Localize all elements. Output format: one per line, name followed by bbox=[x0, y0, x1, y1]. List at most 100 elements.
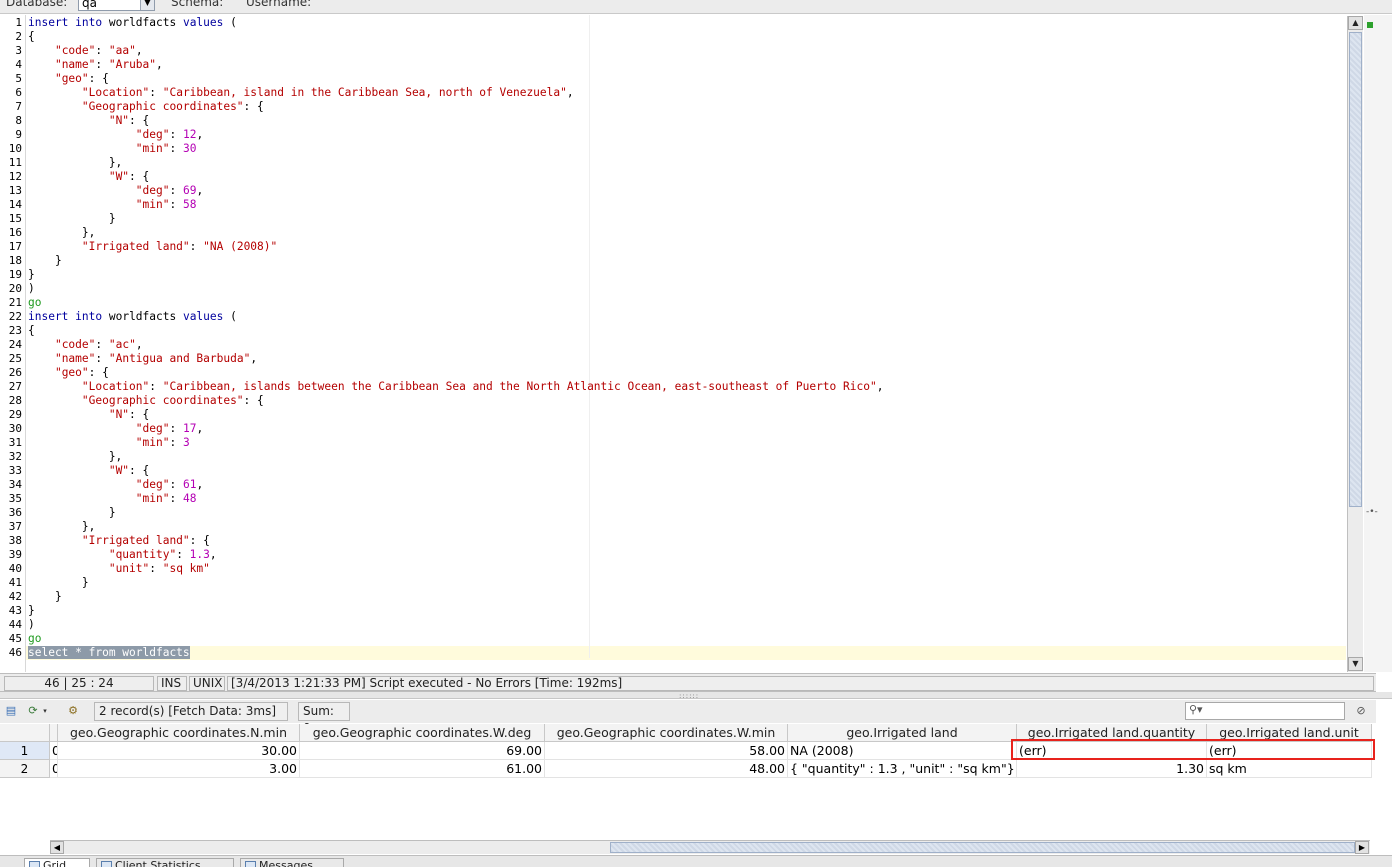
code-line[interactable]: "deg": 12, bbox=[28, 128, 203, 142]
code-line[interactable]: }, bbox=[28, 156, 122, 170]
code-line[interactable]: { bbox=[28, 324, 35, 338]
table-cell[interactable]: 30.00 bbox=[58, 742, 300, 760]
export-icon[interactable]: ▤ bbox=[4, 704, 18, 718]
code-token: , bbox=[135, 338, 143, 351]
code-line[interactable]: "min": 3 bbox=[28, 436, 190, 450]
scroll-left-icon[interactable]: ◀ bbox=[50, 841, 64, 854]
code-line[interactable]: "deg": 61, bbox=[28, 478, 203, 492]
code-line[interactable]: "Geographic coordinates": { bbox=[28, 100, 264, 114]
code-line[interactable]: "name": "Aruba", bbox=[28, 58, 163, 72]
tab-grid[interactable]: Grid bbox=[24, 858, 90, 867]
code-line[interactable]: "min": 58 bbox=[28, 198, 197, 212]
code-token: }, bbox=[28, 520, 96, 533]
code-line[interactable]: ) bbox=[28, 618, 35, 632]
code-line[interactable]: go bbox=[28, 632, 41, 646]
table-cell[interactable]: 0 bbox=[50, 760, 58, 778]
code-line[interactable]: "unit": "sq km" bbox=[28, 562, 210, 576]
code-line[interactable]: "geo": { bbox=[28, 366, 109, 380]
code-line[interactable]: } bbox=[28, 604, 35, 618]
code-line[interactable]: "Geographic coordinates": { bbox=[28, 394, 264, 408]
table-cell[interactable]: 3.00 bbox=[58, 760, 300, 778]
code-token: } bbox=[28, 506, 116, 519]
code-line[interactable]: insert into worldfacts values ( bbox=[28, 310, 237, 324]
code-line[interactable]: "code": "aa", bbox=[28, 44, 143, 58]
grid-horizontal-scrollbar[interactable]: ◀ ▶ bbox=[50, 840, 1370, 854]
code-line[interactable]: "N": { bbox=[28, 408, 149, 422]
code-line[interactable]: "Location": "Caribbean, islands between … bbox=[28, 380, 884, 394]
code-line[interactable]: select * from worldfacts bbox=[28, 646, 190, 660]
code-line[interactable]: "deg": 69, bbox=[28, 184, 203, 198]
column-header[interactable]: geo.Geographic coordinates.W.min bbox=[545, 724, 788, 742]
table-cell[interactable]: 58.00 bbox=[545, 742, 788, 760]
table-cell[interactable]: 1.30 bbox=[1017, 760, 1207, 778]
scroll-down-icon[interactable]: ▼ bbox=[1348, 657, 1363, 671]
database-label: Database: bbox=[6, 0, 68, 9]
code-token: 17 bbox=[182, 422, 197, 435]
code-line[interactable]: { bbox=[28, 30, 35, 44]
table-cell[interactable]: NA (2008) bbox=[788, 742, 1017, 760]
editor-vertical-scrollbar[interactable]: ▲ ▼ bbox=[1347, 16, 1363, 672]
attach-icon[interactable]: ⊘ bbox=[1354, 704, 1368, 718]
code-line[interactable]: "Location": "Caribbean, island in the Ca… bbox=[28, 86, 574, 100]
code-line[interactable]: ) bbox=[28, 282, 35, 296]
code-line[interactable]: "name": "Antigua and Barbuda", bbox=[28, 352, 257, 366]
column-header[interactable] bbox=[50, 724, 58, 742]
code-line[interactable]: "geo": { bbox=[28, 72, 109, 86]
line-number: 26 bbox=[8, 366, 22, 379]
code-line[interactable]: insert into worldfacts values ( bbox=[28, 16, 237, 30]
code-line[interactable]: "min": 30 bbox=[28, 142, 197, 156]
dropdown-arrow-icon[interactable]: ▾ bbox=[38, 704, 52, 718]
code-line[interactable]: "W": { bbox=[28, 170, 149, 184]
line-number: 36 bbox=[8, 506, 22, 519]
table-cell[interactable]: { "quantity" : 1.3 , "unit" : "sq km"} bbox=[788, 760, 1017, 778]
code-line[interactable]: "deg": 17, bbox=[28, 422, 203, 436]
code-line[interactable]: "min": 48 bbox=[28, 492, 197, 506]
code-line[interactable]: } bbox=[28, 576, 89, 590]
column-header[interactable]: geo.Geographic coordinates.N.min bbox=[58, 724, 300, 742]
column-header[interactable]: geo.Irrigated land bbox=[788, 724, 1017, 742]
code-line[interactable]: } bbox=[28, 254, 62, 268]
grid-search-input[interactable]: ⚲▾ bbox=[1185, 702, 1345, 720]
code-line[interactable]: } bbox=[28, 506, 116, 520]
row-number[interactable]: 1 bbox=[0, 742, 50, 760]
sql-editor[interactable]: 1 2 3 4 5 6 7 8 9 10 11 12 13 14 15 16 17 18 19 20 21 22 23 24 2… bbox=[0, 15, 1364, 672]
table-cell[interactable]: 61.00 bbox=[300, 760, 545, 778]
row-number[interactable]: 2 bbox=[0, 760, 50, 778]
code-line[interactable]: } bbox=[28, 212, 116, 226]
code-area[interactable]: insert into worldfacts values ({ "code":… bbox=[28, 15, 1346, 672]
column-header[interactable]: geo.Geographic coordinates.W.deg bbox=[300, 724, 545, 742]
database-select[interactable]: qa ▼ bbox=[78, 0, 155, 11]
code-line[interactable]: } bbox=[28, 268, 35, 282]
chevron-down-icon[interactable]: ▼ bbox=[140, 0, 154, 10]
code-line[interactable]: }, bbox=[28, 226, 95, 240]
scrollbar-thumb[interactable] bbox=[1349, 32, 1362, 507]
code-token: ) bbox=[28, 618, 35, 631]
scroll-up-icon[interactable]: ▲ bbox=[1348, 16, 1363, 30]
table-cell[interactable]: sq km bbox=[1207, 760, 1372, 778]
pane-splitter[interactable]: :::::: bbox=[0, 692, 1392, 700]
tab-client-statistics[interactable]: Client Statistics bbox=[96, 858, 234, 867]
hscrollbar-thumb[interactable] bbox=[610, 842, 1355, 853]
table-cell[interactable]: 0 bbox=[50, 742, 58, 760]
grid-corner[interactable] bbox=[0, 724, 50, 742]
table-cell[interactable]: 48.00 bbox=[545, 760, 788, 778]
splitter-arrow-icon[interactable]: -•- bbox=[1366, 507, 1378, 517]
code-line[interactable]: "N": { bbox=[28, 114, 149, 128]
filter-icon[interactable]: ⚙ bbox=[66, 704, 80, 718]
code-line[interactable]: "quantity": 1.3, bbox=[28, 548, 217, 562]
code-line[interactable]: "W": { bbox=[28, 464, 149, 478]
code-line[interactable]: } bbox=[28, 590, 62, 604]
code-line[interactable]: "Irrigated land": "NA (2008)" bbox=[28, 240, 277, 254]
code-line[interactable]: }, bbox=[28, 450, 122, 464]
grip-icon[interactable]: :::::: bbox=[679, 692, 699, 700]
tab-messages[interactable]: Messages bbox=[240, 858, 344, 867]
grid-icon bbox=[29, 861, 40, 867]
code-token: "unit" bbox=[108, 562, 150, 575]
scroll-right-icon[interactable]: ▶ bbox=[1355, 841, 1369, 854]
table-cell[interactable]: 69.00 bbox=[300, 742, 545, 760]
code-line[interactable]: }, bbox=[28, 520, 95, 534]
code-line[interactable]: "Irrigated land": { bbox=[28, 534, 210, 548]
code-line[interactable]: "code": "ac", bbox=[28, 338, 143, 352]
code-line[interactable]: go bbox=[28, 296, 41, 310]
